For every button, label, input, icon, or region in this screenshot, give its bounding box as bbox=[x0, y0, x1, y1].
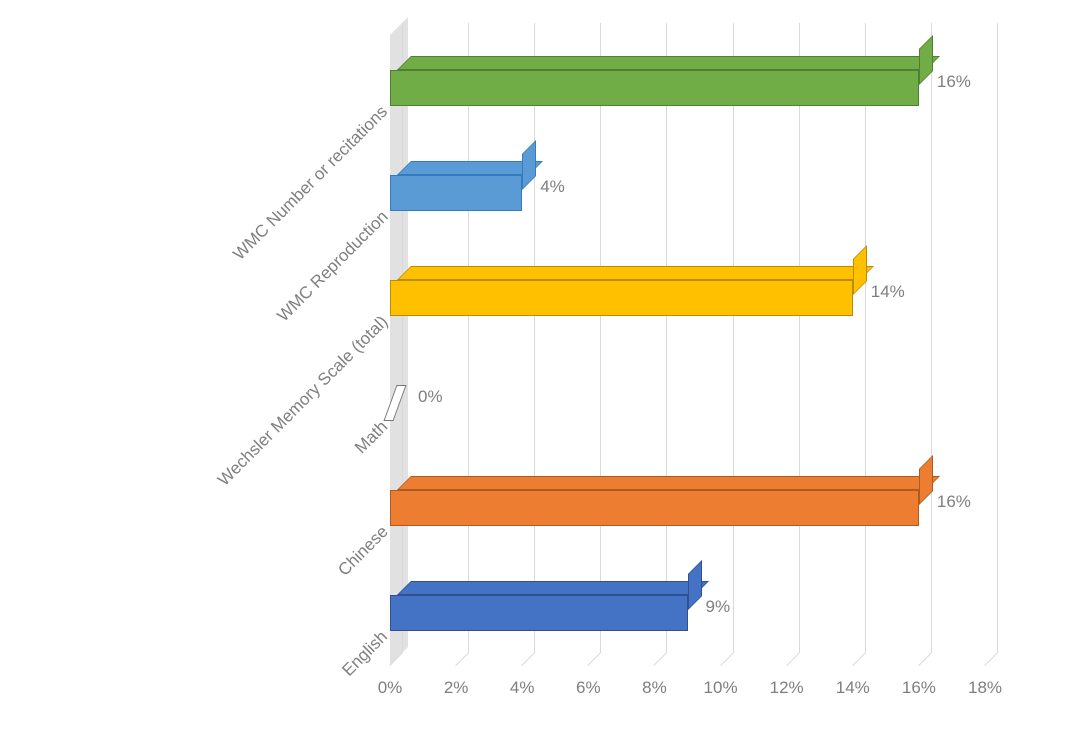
y-tick-label: Math bbox=[351, 417, 392, 458]
gridline-floor bbox=[984, 653, 997, 666]
gridline-floor bbox=[522, 653, 535, 666]
bar bbox=[390, 70, 919, 106]
x-tick-label: 14% bbox=[836, 678, 870, 698]
bar-top bbox=[397, 266, 874, 280]
plot-backwall bbox=[402, 23, 997, 653]
bar bbox=[390, 280, 853, 316]
x-tick-label: 8% bbox=[642, 678, 667, 698]
gridline bbox=[997, 23, 998, 653]
gridline-floor bbox=[455, 653, 468, 666]
bar-top bbox=[397, 581, 709, 595]
bar-value-label: 4% bbox=[540, 177, 565, 197]
bar-front bbox=[390, 280, 853, 316]
bar bbox=[390, 175, 522, 211]
bar-chart: 9% 16% 0% 14% 4% 16% 0% 2% 4% 6% 8% 10% 12% 14% 16% 18… bbox=[0, 0, 1066, 749]
x-tick-label: 18% bbox=[968, 678, 1002, 698]
x-tick-label: 2% bbox=[444, 678, 469, 698]
gridline-floor bbox=[720, 653, 733, 666]
gridline bbox=[799, 23, 800, 653]
bar-top bbox=[397, 56, 940, 70]
gridline bbox=[865, 23, 866, 653]
gridline bbox=[402, 23, 403, 653]
x-axis: 0%2%4%6%8%10%12%14%16%18% bbox=[390, 678, 985, 708]
bar-front bbox=[390, 70, 919, 106]
plot-area: 9% 16% 0% 14% 4% 16% bbox=[390, 35, 985, 665]
bar-front bbox=[390, 490, 919, 526]
gridline-floor bbox=[588, 653, 601, 666]
bar-value-label: 0% bbox=[418, 387, 443, 407]
x-tick-label: 10% bbox=[704, 678, 738, 698]
gridline bbox=[600, 23, 601, 653]
bar-value-label: 14% bbox=[871, 282, 905, 302]
gridline-floor bbox=[786, 653, 799, 666]
bar-value-label: 16% bbox=[937, 72, 971, 92]
x-tick-label: 4% bbox=[510, 678, 535, 698]
bar bbox=[390, 595, 688, 631]
gridline-floor bbox=[918, 653, 931, 666]
bar-top bbox=[397, 476, 940, 490]
gridline bbox=[468, 23, 469, 653]
gridline bbox=[733, 23, 734, 653]
y-tick-label: Wechsler Memory Scale (total) bbox=[214, 312, 392, 490]
gridline-floor bbox=[852, 653, 865, 666]
x-tick-label: 0% bbox=[378, 678, 403, 698]
gridline bbox=[666, 23, 667, 653]
bar-front bbox=[390, 175, 522, 211]
gridline bbox=[931, 23, 932, 653]
bar-front bbox=[390, 595, 688, 631]
bar-value-label: 9% bbox=[706, 597, 731, 617]
y-tick-label: Chinese bbox=[334, 522, 392, 580]
x-tick-label: 6% bbox=[576, 678, 601, 698]
y-tick-label: WMC Reproduction bbox=[273, 207, 392, 326]
bar bbox=[390, 490, 919, 526]
bar-value-label: 16% bbox=[937, 492, 971, 512]
x-tick-label: 12% bbox=[770, 678, 804, 698]
bar bbox=[390, 385, 400, 421]
x-tick-label: 16% bbox=[902, 678, 936, 698]
gridline bbox=[534, 23, 535, 653]
gridline-floor bbox=[654, 653, 667, 666]
y-tick-label: English bbox=[339, 627, 393, 681]
